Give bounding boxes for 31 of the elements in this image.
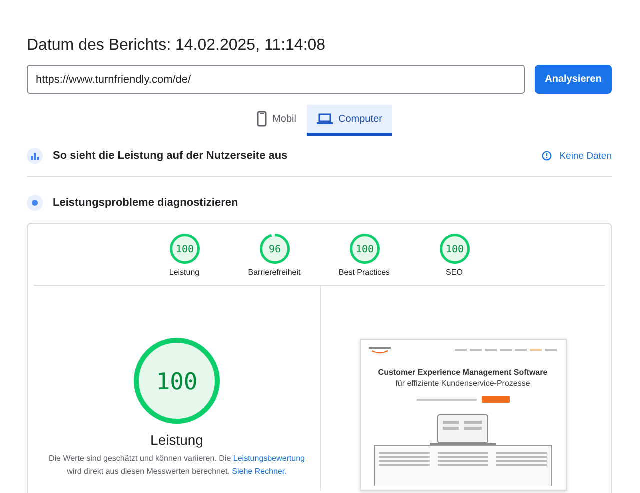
- analyze-button[interactable]: Analysieren: [535, 65, 612, 94]
- logo-icon: [369, 346, 393, 354]
- report-title: Datum des Berichts: 14.02.2025, 11:14:08: [27, 36, 327, 56]
- section-title: So sieht die Leistung auf der Nutzerseite aus: [53, 150, 289, 162]
- phone-icon: [256, 111, 267, 127]
- category-label: Best Practices: [338, 268, 390, 277]
- score-title: Leistung: [150, 432, 204, 448]
- device-tab[interactable]: Computer: [306, 105, 392, 136]
- link[interactable]: Leistungsbewertung: [233, 454, 305, 463]
- laptop-icon: [316, 113, 332, 125]
- score-gauge: 100: [170, 234, 200, 264]
- text-line: [416, 398, 476, 400]
- url-field[interactable]: https://www.turnfriendly.com/de/: [27, 65, 525, 94]
- category-label: SEO: [446, 268, 463, 277]
- score-gauge: 100: [440, 234, 470, 264]
- info-icon: [542, 151, 552, 161]
- device-tab[interactable]: Mobil: [246, 105, 306, 136]
- subheadline: für effiziente Kundenservice-Prozesse: [396, 379, 530, 388]
- headline: Customer Experience Management Software: [378, 368, 548, 377]
- category-label: Leistung: [169, 268, 200, 277]
- link[interactable]: Siehe Rechner.: [232, 467, 287, 476]
- target-icon: [27, 195, 43, 211]
- laptop-drawing: [428, 413, 498, 447]
- chart-icon: [27, 148, 43, 164]
- category-label: Barrierefreiheit: [248, 268, 301, 277]
- description-text: Die Werte sind geschätzt und können variieren. Die Leistungsbewertung wird direkt aus diesen Messwerten berechnet. Siehe Rechner.: [48, 453, 306, 478]
- status-text: Keine Daten: [560, 150, 612, 162]
- score-gauge: 100: [134, 338, 220, 424]
- score-gauge: 96: [260, 234, 290, 264]
- section-title: Leistungsprobleme diagnostizieren: [53, 197, 240, 209]
- score-gauge: 100: [350, 234, 380, 264]
